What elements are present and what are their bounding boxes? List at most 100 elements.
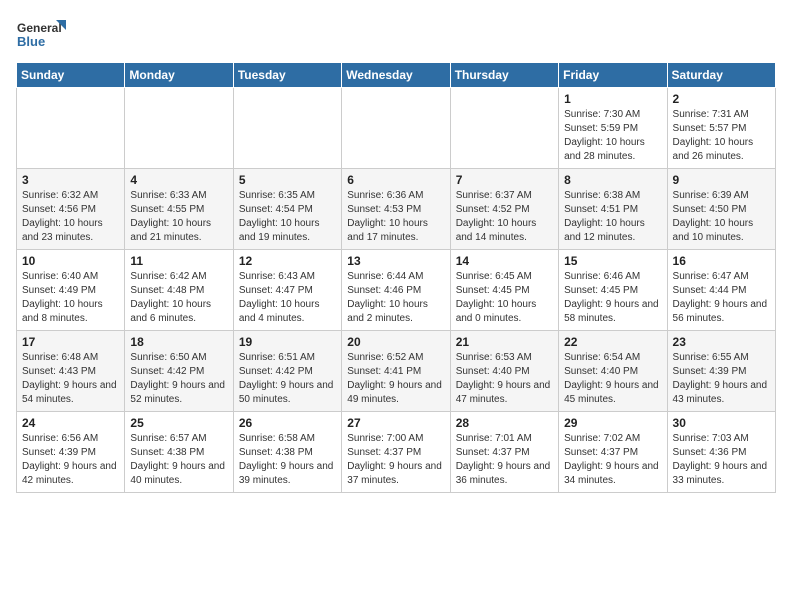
calendar-cell bbox=[125, 88, 233, 169]
day-info: Sunrise: 7:01 AM Sunset: 4:37 PM Dayligh… bbox=[456, 432, 553, 488]
calendar-cell: 24 Sunrise: 6:56 AM Sunset: 4:39 PM Dayli… bbox=[17, 412, 125, 493]
day-number: 14 bbox=[456, 254, 553, 268]
day-info: Sunrise: 7:03 AM Sunset: 4:36 PM Dayligh… bbox=[673, 432, 770, 488]
day-number: 10 bbox=[22, 254, 119, 268]
calendar-cell: 29 Sunrise: 7:02 AM Sunset: 4:37 PM Dayli… bbox=[559, 412, 667, 493]
day-number: 26 bbox=[239, 416, 336, 430]
svg-text:Blue: Blue bbox=[17, 34, 45, 49]
day-number: 2 bbox=[673, 92, 770, 106]
calendar-cell bbox=[342, 88, 450, 169]
calendar-cell: 28 Sunrise: 7:01 AM Sunset: 4:37 PM Dayli… bbox=[450, 412, 558, 493]
day-number: 27 bbox=[347, 416, 444, 430]
calendar-cell: 13 Sunrise: 6:44 AM Sunset: 4:46 PM Dayli… bbox=[342, 250, 450, 331]
calendar-cell: 9Sunrise: 6:39 AM Sunset: 4:50 PM Daylig… bbox=[667, 169, 775, 250]
day-number: 12 bbox=[239, 254, 336, 268]
day-number: 20 bbox=[347, 335, 444, 349]
calendar-cell: 6 Sunrise: 6:36 AM Sunset: 4:53 PM Daylig… bbox=[342, 169, 450, 250]
calendar-table: SundayMondayTuesdayWednesdayThursdayFrid… bbox=[16, 62, 776, 493]
day-info: Sunrise: 6:48 AM Sunset: 4:43 PM Dayligh… bbox=[22, 351, 119, 407]
day-number: 13 bbox=[347, 254, 444, 268]
day-number: 29 bbox=[564, 416, 661, 430]
logo-svg: General Blue bbox=[16, 16, 68, 54]
day-number: 7 bbox=[456, 173, 553, 187]
calendar-week-row: 1Sunrise: 7:30 AM Sunset: 5:59 PM Daylig… bbox=[17, 88, 776, 169]
calendar-cell: 1Sunrise: 7:30 AM Sunset: 5:59 PM Daylig… bbox=[559, 88, 667, 169]
day-info: Sunrise: 6:56 AM Sunset: 4:39 PM Dayligh… bbox=[22, 432, 119, 488]
calendar-cell: 14 Sunrise: 6:45 AM Sunset: 4:45 PM Dayli… bbox=[450, 250, 558, 331]
calendar-week-row: 24 Sunrise: 6:56 AM Sunset: 4:39 PM Dayli… bbox=[17, 412, 776, 493]
day-number: 25 bbox=[130, 416, 227, 430]
day-info: Sunrise: 6:36 AM Sunset: 4:53 PM Dayligh… bbox=[347, 189, 444, 245]
day-number: 22 bbox=[564, 335, 661, 349]
col-header-sunday: Sunday bbox=[17, 63, 125, 88]
calendar-cell: 19 Sunrise: 6:51 AM Sunset: 4:42 PM Dayli… bbox=[233, 331, 341, 412]
calendar-week-row: 10 Sunrise: 6:40 AM Sunset: 4:49 PM Dayli… bbox=[17, 250, 776, 331]
calendar-cell: 25 Sunrise: 6:57 AM Sunset: 4:38 PM Dayli… bbox=[125, 412, 233, 493]
calendar-cell bbox=[17, 88, 125, 169]
calendar-cell: 20 Sunrise: 6:52 AM Sunset: 4:41 PM Dayli… bbox=[342, 331, 450, 412]
day-info: Sunrise: 6:51 AM Sunset: 4:42 PM Dayligh… bbox=[239, 351, 336, 407]
calendar-cell: 8 Sunrise: 6:38 AM Sunset: 4:51 PM Daylig… bbox=[559, 169, 667, 250]
day-info: Sunrise: 7:00 AM Sunset: 4:37 PM Dayligh… bbox=[347, 432, 444, 488]
calendar-cell: 10 Sunrise: 6:40 AM Sunset: 4:49 PM Dayli… bbox=[17, 250, 125, 331]
day-info: Sunrise: 6:44 AM Sunset: 4:46 PM Dayligh… bbox=[347, 270, 444, 326]
day-number: 11 bbox=[130, 254, 227, 268]
calendar-cell: 3Sunrise: 6:32 AM Sunset: 4:56 PM Daylig… bbox=[17, 169, 125, 250]
calendar-cell: 27 Sunrise: 7:00 AM Sunset: 4:37 PM Dayli… bbox=[342, 412, 450, 493]
col-header-thursday: Thursday bbox=[450, 63, 558, 88]
day-info: Sunrise: 7:02 AM Sunset: 4:37 PM Dayligh… bbox=[564, 432, 661, 488]
logo: General Blue bbox=[16, 16, 68, 54]
day-info: Sunrise: 6:50 AM Sunset: 4:42 PM Dayligh… bbox=[130, 351, 227, 407]
day-number: 30 bbox=[673, 416, 770, 430]
day-number: 1 bbox=[564, 92, 661, 106]
page-header: General Blue bbox=[16, 16, 776, 54]
calendar-cell: 23Sunrise: 6:55 AM Sunset: 4:39 PM Dayli… bbox=[667, 331, 775, 412]
col-header-saturday: Saturday bbox=[667, 63, 775, 88]
calendar-cell: 18 Sunrise: 6:50 AM Sunset: 4:42 PM Dayli… bbox=[125, 331, 233, 412]
calendar-cell: 16 Sunrise: 6:47 AM Sunset: 4:44 PM Dayli… bbox=[667, 250, 775, 331]
calendar-cell bbox=[450, 88, 558, 169]
day-number: 19 bbox=[239, 335, 336, 349]
calendar-cell: 5Sunrise: 6:35 AM Sunset: 4:54 PM Daylig… bbox=[233, 169, 341, 250]
day-number: 15 bbox=[564, 254, 661, 268]
day-info: Sunrise: 6:32 AM Sunset: 4:56 PM Dayligh… bbox=[22, 189, 119, 245]
calendar-cell bbox=[233, 88, 341, 169]
day-info: Sunrise: 6:40 AM Sunset: 4:49 PM Dayligh… bbox=[22, 270, 119, 326]
day-info: Sunrise: 6:52 AM Sunset: 4:41 PM Dayligh… bbox=[347, 351, 444, 407]
day-number: 5 bbox=[239, 173, 336, 187]
day-info: Sunrise: 6:53 AM Sunset: 4:40 PM Dayligh… bbox=[456, 351, 553, 407]
day-info: Sunrise: 6:47 AM Sunset: 4:44 PM Dayligh… bbox=[673, 270, 770, 326]
day-number: 16 bbox=[673, 254, 770, 268]
calendar-cell: 12 Sunrise: 6:43 AM Sunset: 4:47 PM Dayli… bbox=[233, 250, 341, 331]
day-info: Sunrise: 6:43 AM Sunset: 4:47 PM Dayligh… bbox=[239, 270, 336, 326]
day-info: Sunrise: 6:39 AM Sunset: 4:50 PM Dayligh… bbox=[673, 189, 770, 245]
day-number: 24 bbox=[22, 416, 119, 430]
day-info: Sunrise: 6:57 AM Sunset: 4:38 PM Dayligh… bbox=[130, 432, 227, 488]
calendar-cell: 17 Sunrise: 6:48 AM Sunset: 4:43 PM Dayli… bbox=[17, 331, 125, 412]
calendar-cell: 22 Sunrise: 6:54 AM Sunset: 4:40 PM Dayli… bbox=[559, 331, 667, 412]
day-info: Sunrise: 6:37 AM Sunset: 4:52 PM Dayligh… bbox=[456, 189, 553, 245]
day-number: 6 bbox=[347, 173, 444, 187]
day-info: Sunrise: 6:55 AM Sunset: 4:39 PM Dayligh… bbox=[673, 351, 770, 407]
day-info: Sunrise: 6:45 AM Sunset: 4:45 PM Dayligh… bbox=[456, 270, 553, 326]
day-number: 18 bbox=[130, 335, 227, 349]
calendar-week-row: 3Sunrise: 6:32 AM Sunset: 4:56 PM Daylig… bbox=[17, 169, 776, 250]
calendar-header-row: SundayMondayTuesdayWednesdayThursdayFrid… bbox=[17, 63, 776, 88]
day-number: 4 bbox=[130, 173, 227, 187]
col-header-monday: Monday bbox=[125, 63, 233, 88]
calendar-cell: 11 Sunrise: 6:42 AM Sunset: 4:48 PM Dayli… bbox=[125, 250, 233, 331]
day-number: 8 bbox=[564, 173, 661, 187]
calendar-cell: 15 Sunrise: 6:46 AM Sunset: 4:45 PM Dayli… bbox=[559, 250, 667, 331]
col-header-tuesday: Tuesday bbox=[233, 63, 341, 88]
calendar-cell: 30 Sunrise: 7:03 AM Sunset: 4:36 PM Dayli… bbox=[667, 412, 775, 493]
day-info: Sunrise: 6:58 AM Sunset: 4:38 PM Dayligh… bbox=[239, 432, 336, 488]
day-info: Sunrise: 6:42 AM Sunset: 4:48 PM Dayligh… bbox=[130, 270, 227, 326]
calendar-cell: 4Sunrise: 6:33 AM Sunset: 4:55 PM Daylig… bbox=[125, 169, 233, 250]
day-number: 17 bbox=[22, 335, 119, 349]
day-info: Sunrise: 6:46 AM Sunset: 4:45 PM Dayligh… bbox=[564, 270, 661, 326]
day-number: 28 bbox=[456, 416, 553, 430]
day-info: Sunrise: 6:38 AM Sunset: 4:51 PM Dayligh… bbox=[564, 189, 661, 245]
day-info: Sunrise: 6:54 AM Sunset: 4:40 PM Dayligh… bbox=[564, 351, 661, 407]
calendar-cell: 21Sunrise: 6:53 AM Sunset: 4:40 PM Dayli… bbox=[450, 331, 558, 412]
svg-text:General: General bbox=[17, 21, 62, 35]
